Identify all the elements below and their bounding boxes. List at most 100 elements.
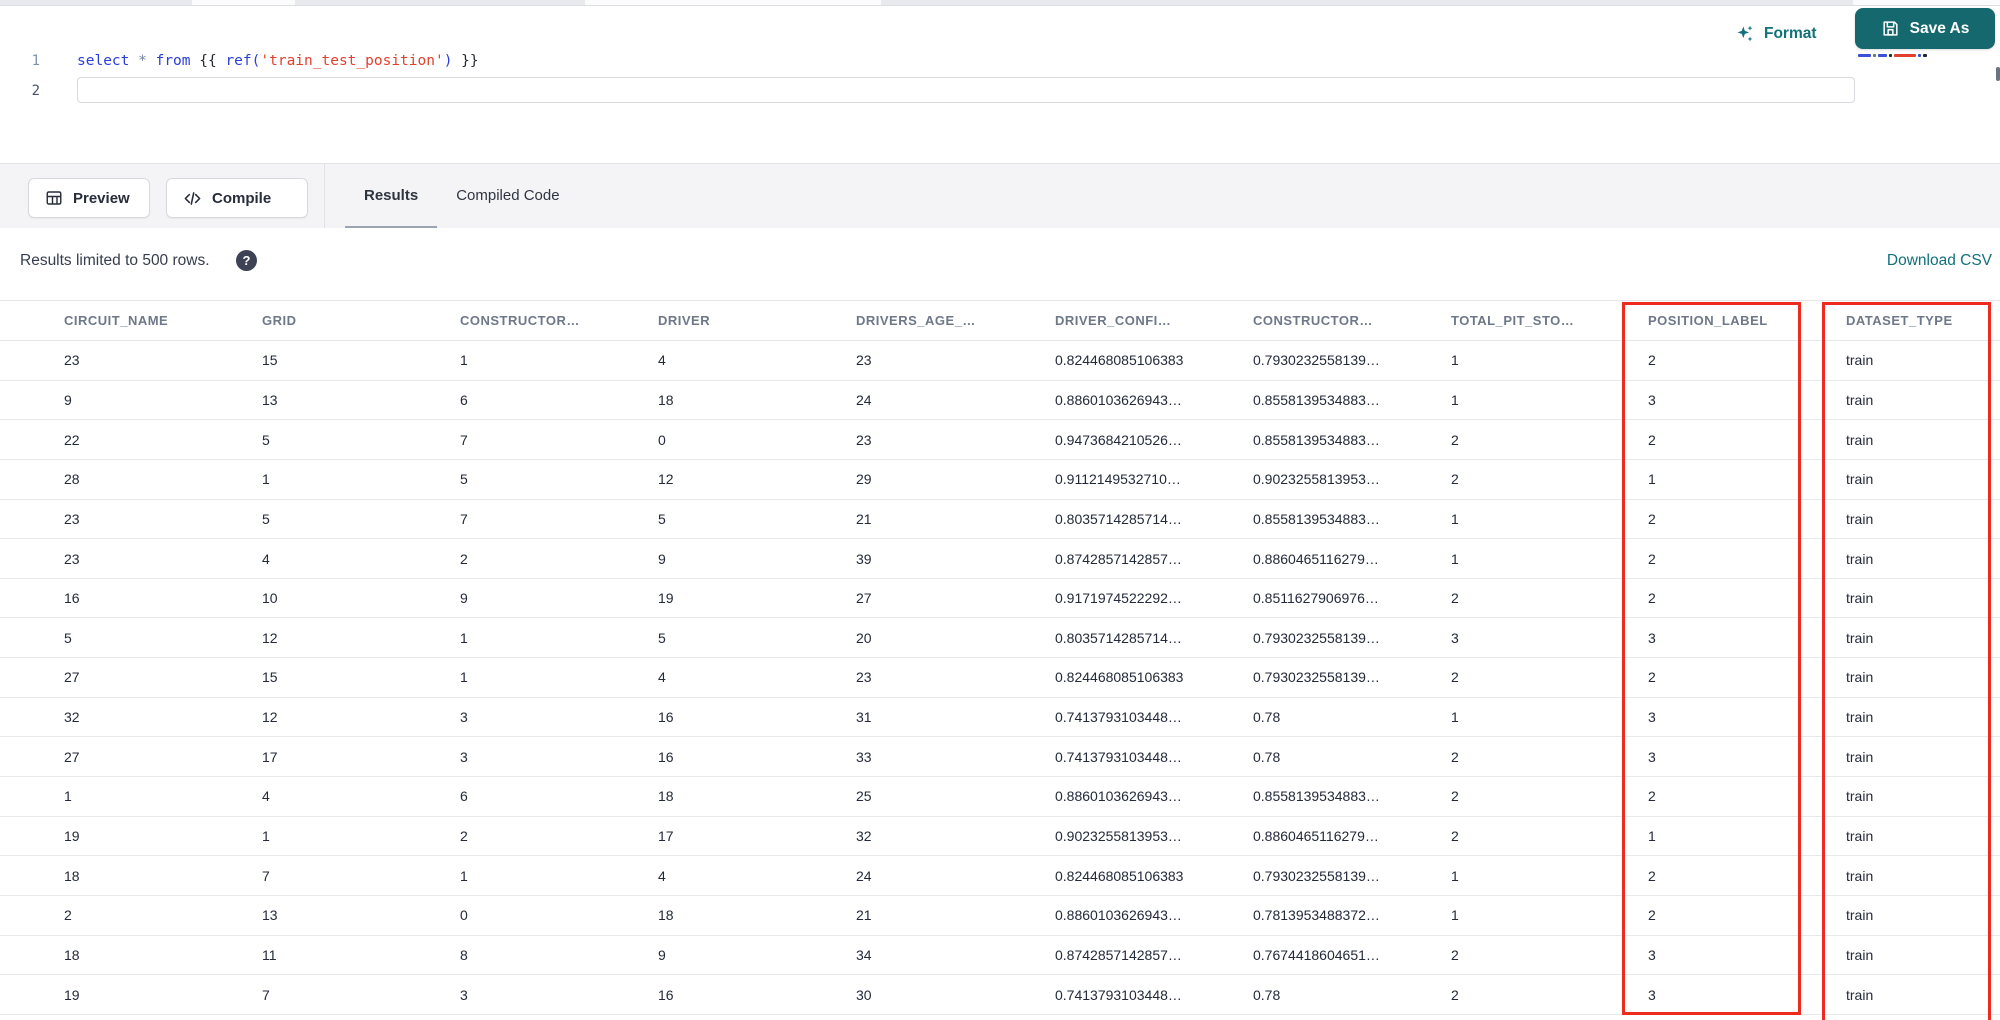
table-cell: 0.78 xyxy=(1253,748,1281,765)
table-cell: train xyxy=(1846,867,1874,884)
table-cell: 19 xyxy=(658,590,674,607)
table-cell: 23 xyxy=(856,352,872,369)
table-cell: 2 xyxy=(1451,946,1459,963)
table-row: 27 15 1 4 23 0.824468085106383 0.7930232558139… xyxy=(0,658,2000,698)
table-cell: 17 xyxy=(262,748,278,765)
file-tab-partial[interactable] xyxy=(192,0,295,5)
table-cell: 2 xyxy=(1451,669,1459,686)
save-icon xyxy=(1881,19,1900,38)
cursor-line-box[interactable] xyxy=(77,77,1855,103)
table-cell: 0.8742857142857… xyxy=(1055,946,1182,963)
results-tabs: Results Compiled Code xyxy=(345,164,579,229)
tab-compiled-code[interactable]: Compiled Code xyxy=(437,164,578,229)
table-cell: 25 xyxy=(856,788,872,805)
table-cell: 0.9171974522292… xyxy=(1055,590,1182,607)
table-row: 16 10 9 19 27 0.9171974522292… 0.8511627906976… xyxy=(0,579,2000,619)
table-cell: 0.7413793103448… xyxy=(1055,709,1182,726)
table-cell: 2 xyxy=(460,550,468,567)
dbt-ide-screen: 1 2 select * from {{ ref('train_test_posi… xyxy=(0,0,2000,1020)
table-cell: 5 xyxy=(262,510,270,527)
table-cell: 3 xyxy=(1451,629,1459,646)
table-cell: 0.8558139534883… xyxy=(1253,391,1380,408)
table-cell: 2 xyxy=(1451,471,1459,488)
table-row: 22 5 7 0 23 0.9473684210526… 0.8558139534883… 2… xyxy=(0,420,2000,460)
table-cell: 1 xyxy=(1451,867,1459,884)
table-cell: train xyxy=(1846,352,1874,369)
column-header: DRIVER_CONFI… xyxy=(1055,313,1172,328)
table-cell: train xyxy=(1846,590,1874,607)
table-cell: 1 xyxy=(1648,471,1656,488)
help-icon[interactable]: ? xyxy=(236,250,257,271)
table-cell: 0.7930232558139… xyxy=(1253,867,1380,884)
table-cell: 0.78 xyxy=(1253,709,1281,726)
table-cell: 32 xyxy=(64,709,80,726)
table-cell: 5 xyxy=(262,431,270,448)
table-cell: 0.8558139534883… xyxy=(1253,788,1380,805)
table-cell: 16 xyxy=(64,590,80,607)
code-line[interactable]: select * from {{ ref('train_test_positio… xyxy=(77,46,479,76)
table-cell: 4 xyxy=(658,669,666,686)
table-cell: 16 xyxy=(658,986,674,1003)
table-cell: 1 xyxy=(64,788,72,805)
table-cell: 16 xyxy=(658,709,674,726)
table-cell: train xyxy=(1846,629,1874,646)
editor-scrollbar-thumb[interactable] xyxy=(1996,67,2000,81)
table-cell: 3 xyxy=(1648,709,1656,726)
table-cell: 9 xyxy=(658,946,666,963)
table-row: 18 11 8 9 34 0.8742857142857… 0.7674418604651…… xyxy=(0,936,2000,976)
table-cell: 1 xyxy=(460,629,468,646)
table-cell: 2 xyxy=(1648,590,1656,607)
table-icon xyxy=(45,189,63,207)
file-tab-partial[interactable] xyxy=(1853,0,2000,5)
table-cell: 30 xyxy=(856,986,872,1003)
table-cell: 0.824468085106383 xyxy=(1055,352,1184,369)
table-cell: 10 xyxy=(262,590,278,607)
table-row: 2 13 0 18 21 0.8860103626943… 0.7813953488372…… xyxy=(0,896,2000,936)
table-cell: 1 xyxy=(1451,352,1459,369)
table-cell: 2 xyxy=(64,907,72,924)
line-number: 1 xyxy=(31,53,40,69)
table-cell: 8 xyxy=(460,946,468,963)
table-body: 23 15 1 4 23 0.824468085106383 0.7930232558139… xyxy=(0,341,2000,1015)
table-cell: 3 xyxy=(460,986,468,1003)
column-header: TOTAL_PIT_STO… xyxy=(1451,313,1575,328)
preview-button[interactable]: Preview xyxy=(28,178,150,218)
table-cell: 18 xyxy=(658,788,674,805)
table-cell: 1 xyxy=(262,471,270,488)
table-cell: 27 xyxy=(856,590,872,607)
table-cell: 7 xyxy=(460,431,468,448)
table-row: 19 1 2 17 32 0.9023255813953… 0.8860465116279…… xyxy=(0,817,2000,857)
tab-results[interactable]: Results xyxy=(345,164,438,229)
sparkle-icon xyxy=(1735,24,1755,44)
table-cell: 0.8742857142857… xyxy=(1055,550,1182,567)
table-cell: 0.8035714285714… xyxy=(1055,510,1182,527)
compile-button[interactable]: Compile xyxy=(166,178,308,218)
column-header: GRID xyxy=(262,313,297,328)
table-cell: 9 xyxy=(460,590,468,607)
editor-minimap[interactable] xyxy=(1858,54,1927,57)
sql-editor[interactable]: 12 select * from {{ ref('train_test_posi… xyxy=(0,6,2000,163)
table-row: 28 1 5 12 29 0.9112149532710… 0.9023255813953…… xyxy=(0,460,2000,500)
table-cell: 32 xyxy=(856,828,872,844)
table-row: 9 13 6 18 24 0.8860103626943… 0.8558139534883…… xyxy=(0,381,2000,421)
table-cell: 4 xyxy=(658,867,666,884)
download-csv-link[interactable]: Download CSV xyxy=(1887,252,1992,270)
file-tab-partial[interactable] xyxy=(585,0,881,5)
table-cell: 15 xyxy=(262,352,278,369)
table-cell: 0.8860465116279… xyxy=(1253,550,1379,567)
table-cell: 18 xyxy=(658,907,674,924)
table-cell: 21 xyxy=(856,907,872,924)
column-header: CONSTRUCTOR… xyxy=(460,313,580,328)
table-cell: 1 xyxy=(460,352,468,369)
table-cell: 2 xyxy=(1648,510,1656,527)
table-cell: 0.7413793103448… xyxy=(1055,986,1182,1003)
table-cell: 1 xyxy=(1648,828,1656,844)
table-row: 19 7 3 16 30 0.7413793103448… 0.78 2 3 train xyxy=(0,975,2000,1015)
format-button[interactable]: Format xyxy=(1735,16,1817,52)
table-cell: 1 xyxy=(1451,391,1459,408)
table-cell: train xyxy=(1846,471,1874,488)
table-cell: 0.9023255813953… xyxy=(1253,471,1380,488)
table-cell: 0.7674418604651… xyxy=(1253,946,1380,963)
table-cell: 18 xyxy=(64,946,80,963)
save-as-button[interactable]: Save As xyxy=(1855,8,1995,49)
